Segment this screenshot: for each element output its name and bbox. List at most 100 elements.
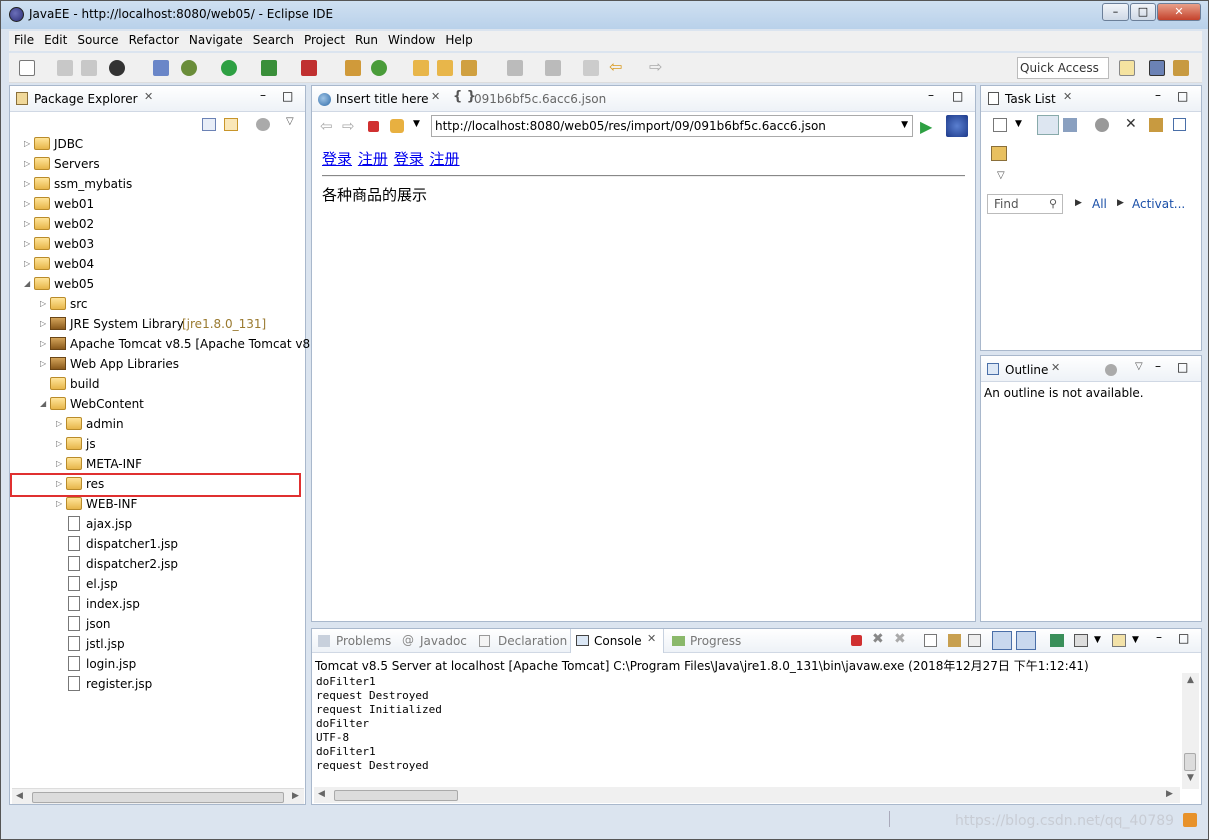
browser-back-icon[interactable]: ⇦ [320,117,333,135]
collapsed-arrow-icon[interactable]: ▷ [24,220,32,228]
close-tab-icon[interactable]: ✕ [1063,90,1072,103]
menu-search[interactable]: Search [248,31,299,49]
expanded-arrow-icon[interactable]: ◢ [24,280,32,288]
minimize-view-icon[interactable]: – [1155,88,1161,102]
login-link[interactable]: 登录 [394,150,424,168]
last-edit-icon[interactable] [583,60,599,76]
menu-navigate[interactable]: Navigate [184,31,248,49]
debug-perspective-icon[interactable] [1173,60,1189,76]
menu-window[interactable]: Window [383,31,440,49]
all-link[interactable]: All [1092,197,1107,211]
outline-tab[interactable]: Outline [1005,363,1048,377]
open-folder-icon[interactable] [437,60,453,76]
user-icon[interactable] [109,60,125,76]
tree-item[interactable]: ▷ web02 [10,214,300,234]
tree-item[interactable]: dispatcher1.jsp [10,534,300,554]
url-dropdown-icon[interactable]: ▼ [901,120,908,130]
menu-help[interactable]: Help [440,31,477,49]
horizontal-scrollbar[interactable]: ◀ ▶ [12,788,304,804]
new-java-project-icon[interactable] [345,60,361,76]
collapse-icon[interactable]: ✕ [1125,116,1137,132]
maximize-view-icon[interactable]: □ [1177,360,1188,374]
browser-stop-icon[interactable] [368,121,379,132]
expanded-arrow-icon[interactable]: ◢ [40,400,48,408]
tree-item[interactable]: ▷ META-INF [10,454,300,474]
show-stdout-icon[interactable] [992,631,1012,650]
skip-breakpoints-icon[interactable] [153,60,169,76]
debug-icon[interactable] [181,60,197,76]
tree-item[interactable]: register.jsp [10,674,300,694]
minimize-view-icon[interactable]: – [1156,630,1162,644]
run-icon[interactable] [221,60,237,76]
back-icon[interactable]: ⇦ [609,59,625,76]
tree-item[interactable]: ▷ Apache Tomcat v8.5 [Apache Tomcat v8. [10,334,314,354]
focus-icon[interactable] [1095,118,1109,132]
tree-item[interactable]: ▷ ssm_mybatis [10,174,300,194]
task-list-tab[interactable]: Task List [1005,92,1056,106]
collapsed-arrow-icon[interactable]: ▷ [56,440,64,448]
view-menu-icon[interactable]: ▽ [1135,361,1143,372]
tab-progress[interactable]: Progress [690,634,741,648]
chevron-down-icon[interactable]: ▼ [1015,119,1022,129]
menu-run[interactable]: Run [350,31,383,49]
tab-problems[interactable]: Problems [336,634,391,648]
focus-icon[interactable] [1105,364,1117,376]
tree-item[interactable]: ▷ web04 [10,254,300,274]
collapsed-arrow-icon[interactable]: ▷ [24,240,32,248]
categorized-icon[interactable] [1037,115,1059,135]
collapsed-arrow-icon[interactable]: ▷ [56,500,64,508]
menu-edit[interactable]: Edit [39,31,72,49]
tab-declaration[interactable]: Declaration [498,634,567,648]
menu-refactor[interactable]: Refactor [124,31,184,49]
collapsed-arrow-icon[interactable]: ▷ [24,180,32,188]
minimize-view-icon[interactable]: – [1155,359,1161,373]
activate-link[interactable]: Activat... [1132,197,1185,211]
search-task-icon[interactable] [461,60,477,76]
menu-file[interactable]: File [9,31,39,49]
tree-item[interactable]: ▷ Servers [10,154,300,174]
collapsed-arrow-icon[interactable]: ▷ [56,460,64,468]
scroll-lock-icon[interactable] [948,634,961,647]
collapsed-arrow-icon[interactable]: ▷ [24,200,32,208]
horizontal-scrollbar[interactable]: ◀ ▶ [314,787,1180,803]
maximize-view-icon[interactable]: □ [952,89,963,103]
browser-refresh-icon[interactable] [390,119,404,133]
tree-item[interactable]: ▷ WEB-INF [10,494,300,514]
find-input[interactable]: Find ⚲ [987,194,1063,214]
run-server-icon[interactable] [261,60,277,76]
open-type-icon[interactable] [413,60,429,76]
tree-item[interactable]: ▷ web03 [10,234,300,254]
tree-item[interactable]: dispatcher2.jsp [10,554,300,574]
tree-item[interactable]: jstl.jsp [10,634,300,654]
forward-icon[interactable]: ⇨ [649,59,665,76]
task-repo-icon[interactable] [991,146,1007,161]
chevron-down-icon[interactable]: ▼ [1094,635,1101,645]
tree-item[interactable]: ▷ js [10,434,300,454]
stop-server-icon[interactable] [301,60,317,76]
collapsed-arrow-icon[interactable]: ▷ [24,140,32,148]
save-icon[interactable] [57,60,73,76]
go-icon[interactable]: ▶ [920,117,932,136]
quick-access-field[interactable]: Quick Access [1017,57,1109,79]
tree-item[interactable]: ◢ web05 [10,274,300,294]
word-wrap-icon[interactable] [968,634,981,647]
tab-console[interactable]: Console [594,634,642,648]
display-console-icon[interactable] [1074,634,1088,647]
tree-item[interactable]: json [10,614,300,634]
tree-item[interactable]: build [10,374,300,394]
javaee-perspective-icon[interactable] [1149,60,1165,76]
maximize-button[interactable]: □ [1130,3,1156,21]
tab-javadoc[interactable]: Javadoc [420,634,467,648]
close-tab-icon[interactable]: ✕ [647,632,656,645]
collapsed-arrow-icon[interactable]: ▷ [40,360,48,368]
pin-console-icon[interactable] [1050,634,1064,647]
save-all-icon[interactable] [81,60,97,76]
maximize-view-icon[interactable]: □ [1178,631,1189,645]
new-class-icon[interactable] [371,60,387,76]
chevron-down-icon[interactable]: ▼ [1132,635,1139,645]
show-stderr-icon[interactable] [1016,631,1036,650]
url-bar[interactable]: http://localhost:8080/web05/res/import/0… [431,115,913,137]
register-link[interactable]: 注册 [430,150,460,168]
terminate-icon[interactable] [851,635,862,646]
tree-item[interactable]: ▷ JRE System Library [jre1.8.0_131] [10,314,300,334]
